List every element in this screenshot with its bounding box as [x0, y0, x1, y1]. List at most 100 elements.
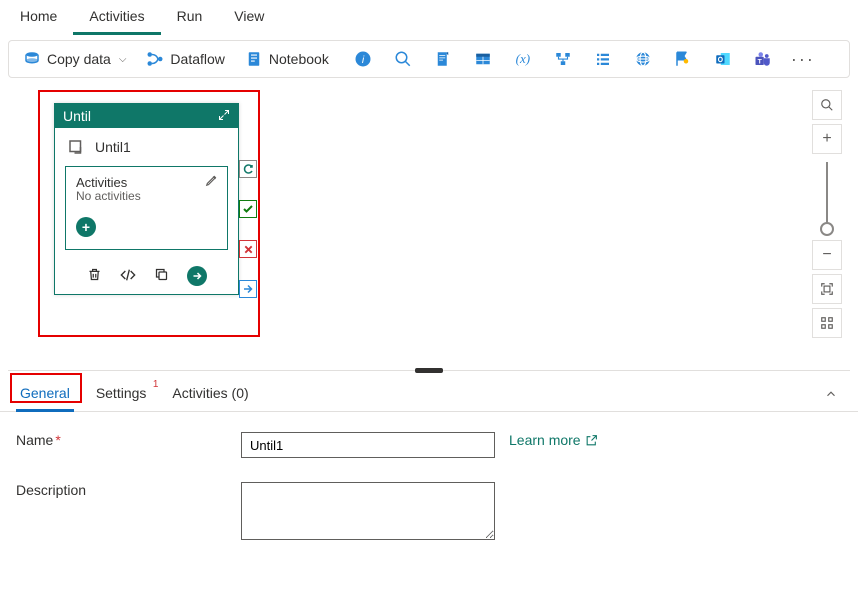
connector-success[interactable] [239, 200, 257, 218]
until-activities-box[interactable]: Activities No activities + [65, 166, 228, 250]
toolbar-flag-button[interactable] [665, 45, 701, 73]
run-node-button[interactable] [187, 266, 207, 286]
minus-icon: − [822, 246, 831, 264]
fit-icon [820, 282, 834, 296]
nav-run[interactable]: Run [161, 2, 219, 35]
description-label: Description [16, 482, 241, 498]
flag-icon [674, 50, 692, 68]
trash-icon [87, 267, 102, 282]
learn-more-link[interactable]: Learn more [509, 432, 598, 448]
tab-activities[interactable]: Activities (0) [168, 379, 252, 411]
zoom-in-button[interactable]: + [812, 124, 842, 154]
edit-activities-button[interactable] [205, 173, 219, 190]
tab-general[interactable]: General [16, 379, 74, 411]
description-textarea[interactable] [241, 482, 495, 540]
nav-activities[interactable]: Activities [73, 2, 160, 35]
zoom-slider-thumb[interactable] [820, 222, 834, 236]
until-name-label: Until1 [95, 139, 131, 155]
connector-failure[interactable] [239, 240, 257, 258]
name-label-text: Name [16, 432, 53, 448]
auto-layout-button[interactable] [812, 308, 842, 338]
notebook-button[interactable]: Notebook [237, 46, 337, 72]
dataflow-icon [146, 50, 164, 68]
list-icon [594, 50, 612, 68]
copy-data-button[interactable]: Copy data ⌵ [15, 46, 134, 72]
activities-subtitle: No activities [76, 189, 217, 203]
name-label: Name* [16, 432, 241, 448]
name-input[interactable] [241, 432, 495, 458]
table-icon [474, 50, 492, 68]
loop-icon [242, 163, 254, 175]
search-icon [394, 50, 412, 68]
toolbar-outlook-button[interactable] [705, 45, 741, 73]
toolbar-variable-button[interactable]: (x) [505, 45, 541, 73]
notebook-label: Notebook [269, 51, 329, 67]
required-asterisk: * [55, 432, 60, 448]
expand-icon[interactable] [218, 108, 230, 124]
copy-data-label: Copy data [47, 51, 111, 67]
settings-badge: 1 [153, 379, 159, 390]
connector-loop[interactable] [239, 160, 257, 178]
plus-icon: + [822, 130, 831, 148]
x-icon [243, 244, 254, 255]
toolbar-more-button[interactable]: ··· [785, 45, 821, 73]
info-icon: i [354, 50, 372, 68]
connector-completion[interactable] [239, 280, 257, 298]
toolbar-globe-button[interactable] [625, 45, 661, 73]
activities-toolbar: Copy data ⌵ Dataflow Notebook i (x) [8, 40, 850, 78]
layout-icon [820, 316, 834, 330]
node-connectors [239, 160, 257, 298]
canvas-zoom-rail: + − [812, 90, 842, 338]
pipeline-canvas[interactable]: Until Until1 Activities No activities + [8, 86, 850, 371]
toolbar-search-button[interactable] [385, 45, 421, 73]
dataflow-button[interactable]: Dataflow [138, 46, 232, 72]
properties-tabs: General Settings 1 Activities (0) [0, 371, 858, 412]
outlook-icon [714, 50, 732, 68]
zoom-out-button[interactable]: − [812, 240, 842, 270]
arrow-right-icon [242, 283, 254, 295]
add-activity-button[interactable]: + [76, 217, 96, 237]
globe-icon [634, 50, 652, 68]
until-loop-icon [67, 138, 85, 156]
zoom-slider-track[interactable] [826, 162, 828, 232]
until-node-footer [55, 260, 238, 294]
toolbar-pipeline-button[interactable] [545, 45, 581, 73]
nav-view[interactable]: View [218, 2, 280, 35]
tab-settings[interactable]: Settings 1 [92, 379, 151, 411]
pencil-icon [205, 173, 219, 187]
nav-home[interactable]: Home [4, 2, 73, 35]
activities-title: Activities [76, 175, 217, 190]
chevron-up-icon [824, 387, 838, 401]
script-icon [434, 50, 452, 68]
copy-icon [154, 267, 169, 282]
fit-to-screen-button[interactable] [812, 274, 842, 304]
teams-icon: T [754, 50, 772, 68]
toolbar-table-button[interactable] [465, 45, 501, 73]
until-name-row: Until1 [55, 128, 238, 166]
chevron-down-icon: ⌵ [119, 54, 127, 65]
variable-icon: (x) [516, 51, 530, 67]
view-code-button[interactable] [120, 267, 136, 286]
collapse-panel-button[interactable] [824, 387, 842, 404]
more-icon: ··· [791, 49, 815, 70]
properties-body: Name* Learn more Description [0, 412, 858, 584]
external-link-icon [585, 434, 598, 447]
learn-more-label: Learn more [509, 432, 581, 448]
canvas-search-button[interactable] [812, 90, 842, 120]
toolbar-list-button[interactable] [585, 45, 621, 73]
until-node-header[interactable]: Until [55, 104, 238, 128]
toolbar-teams-button[interactable]: T [745, 45, 781, 73]
notebook-icon [245, 50, 263, 68]
dataflow-label: Dataflow [170, 51, 224, 67]
plus-icon: + [82, 219, 90, 235]
toolbar-info-button[interactable]: i [345, 45, 381, 73]
top-nav: Home Activities Run View [0, 0, 858, 36]
toolbar-script-button[interactable] [425, 45, 461, 73]
delete-node-button[interactable] [87, 267, 102, 285]
copy-data-icon [23, 50, 41, 68]
search-icon [820, 98, 834, 112]
check-icon [242, 203, 254, 215]
copy-node-button[interactable] [154, 267, 169, 285]
until-activity-node[interactable]: Until Until1 Activities No activities + [54, 103, 239, 295]
properties-panel: General Settings 1 Activities (0) Name* … [0, 371, 858, 584]
